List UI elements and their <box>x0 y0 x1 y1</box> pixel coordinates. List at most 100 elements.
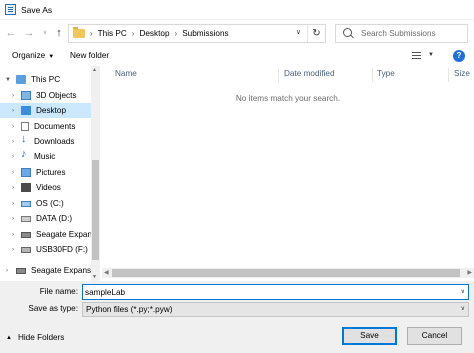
3d-objects-icon <box>21 91 31 100</box>
scroll-right-icon[interactable]: ▶ <box>467 268 472 278</box>
nav-item-videos[interactable]: › Videos <box>0 180 92 195</box>
chevron-right-icon[interactable]: › <box>12 139 14 145</box>
nav-item-label: This PC <box>31 75 61 84</box>
chevron-right-icon[interactable]: › <box>6 268 8 274</box>
file-list[interactable]: ^ Name Date modified Type Size No items … <box>102 66 474 268</box>
column-divider[interactable] <box>448 68 449 82</box>
file-name-field[interactable]: ∨ <box>82 284 469 300</box>
nav-item-this-pc[interactable]: ▼ This PC <box>0 72 92 87</box>
desktop-icon <box>21 106 31 115</box>
documents-icon <box>21 122 29 131</box>
nav-item-label: USB30FD (F:) <box>36 245 88 254</box>
expand-arrow-icon[interactable]: ▼ <box>5 77 11 83</box>
forward-arrow-icon[interactable]: → <box>22 26 36 40</box>
folder-icon <box>73 27 85 38</box>
column-header-type[interactable]: Type <box>377 66 395 82</box>
scrollbar-thumb[interactable] <box>92 160 99 260</box>
view-options-icon[interactable] <box>411 50 423 62</box>
chevron-right-icon[interactable]: › <box>12 247 14 253</box>
chevron-right-icon[interactable]: › <box>12 154 14 160</box>
nav-item-label: Documents <box>34 122 76 131</box>
save-button[interactable]: Save <box>342 327 397 345</box>
nav-item-label: Downloads <box>34 137 75 146</box>
breadcrumb[interactable]: › This PC › Desktop › Submissions ∨ ↻ <box>68 24 326 43</box>
hide-folders-label: Hide Folders <box>17 333 65 342</box>
nav-item-pictures[interactable]: › Pictures <box>0 165 92 180</box>
nav-item-label: Seagate Expansio <box>36 230 92 239</box>
recent-locations-chevron-icon[interactable]: ∨ <box>38 26 52 40</box>
organize-button[interactable]: Organize ▼ <box>12 51 54 60</box>
chevron-right-icon[interactable]: › <box>12 170 14 176</box>
chevron-right-icon[interactable]: › <box>175 29 178 38</box>
help-icon[interactable]: ? <box>453 50 465 62</box>
breadcrumb-submissions[interactable]: Submissions <box>182 29 228 38</box>
column-header-size[interactable]: Size <box>454 66 470 82</box>
file-name-input[interactable] <box>83 285 453 299</box>
cancel-button[interactable]: Cancel <box>407 327 462 345</box>
save-as-type-value: Python files (*.py;*.pyw) <box>86 305 173 314</box>
os-drive-icon <box>21 200 31 207</box>
nav-item-documents[interactable]: › Documents <box>0 119 92 134</box>
chevron-down-icon[interactable]: ∨ <box>461 303 465 316</box>
scroll-down-icon[interactable]: ▼ <box>92 274 97 280</box>
nav-item-usb30fd[interactable]: › USB30FD (F:) <box>0 242 92 257</box>
nav-item-music[interactable]: › Music <box>0 149 92 164</box>
chevron-down-icon[interactable]: ∨ <box>461 288 465 295</box>
pictures-icon <box>21 168 31 177</box>
organize-label: Organize <box>12 51 46 60</box>
view-dropdown-icon[interactable]: ▼ <box>428 52 434 58</box>
refresh-icon[interactable]: ↻ <box>307 25 325 42</box>
column-divider[interactable] <box>372 68 373 82</box>
window-title: Save As <box>21 4 53 15</box>
save-as-type-label: Save as type: <box>28 304 78 313</box>
hide-folders-button[interactable]: ▲ Hide Folders <box>6 333 64 342</box>
chevron-right-icon[interactable]: › <box>12 185 14 191</box>
new-folder-button[interactable]: New folder <box>70 51 109 60</box>
nav-item-data-d[interactable]: › DATA (D:) <box>0 211 92 226</box>
empty-results-message: No items match your search. <box>235 94 341 103</box>
chevron-right-icon[interactable]: › <box>12 93 14 99</box>
downloads-icon <box>21 134 29 146</box>
search-input[interactable] <box>361 29 461 38</box>
up-arrow-icon[interactable]: ↑ <box>52 26 66 40</box>
nav-item-label: 3D Objects <box>36 91 77 100</box>
nav-item-downloads[interactable]: › Downloads <box>0 134 92 149</box>
chevron-right-icon[interactable]: › <box>12 108 14 114</box>
chevron-right-icon[interactable]: › <box>90 29 93 38</box>
chevron-right-icon[interactable]: › <box>132 29 135 38</box>
external-drive-icon <box>21 231 31 238</box>
chevron-right-icon[interactable]: › <box>12 201 14 207</box>
nav-item-seagate-2[interactable]: › Seagate Expansion <box>0 263 92 278</box>
save-as-type-select[interactable]: Python files (*.py;*.pyw) ∨ <box>82 302 469 317</box>
column-header-date-modified[interactable]: Date modified <box>284 66 335 82</box>
external-drive-icon <box>16 267 26 274</box>
pc-icon <box>16 75 26 84</box>
chevron-right-icon[interactable]: › <box>12 216 14 222</box>
nav-item-3d-objects[interactable]: › 3D Objects <box>0 88 92 103</box>
chevron-right-icon[interactable]: › <box>12 232 14 238</box>
breadcrumb-desktop[interactable]: Desktop <box>139 29 169 38</box>
nav-item-os-c[interactable]: › OS (C:) <box>0 196 92 211</box>
nav-item-seagate-1[interactable]: › Seagate Expansio <box>0 227 92 242</box>
nav-item-label: Pictures <box>36 168 66 177</box>
scroll-left-icon[interactable]: ◀ <box>104 268 109 278</box>
scrollbar-thumb[interactable] <box>112 269 460 277</box>
nav-item-desktop[interactable]: › Desktop <box>0 103 92 118</box>
file-list-horizontal-scrollbar[interactable]: ◀ ▶ <box>102 268 474 278</box>
column-divider[interactable] <box>278 68 279 82</box>
breadcrumb-this-pc[interactable]: This PC <box>98 29 127 38</box>
save-dialog-icon <box>5 4 16 15</box>
address-dropdown-icon[interactable]: ∨ <box>296 28 301 36</box>
column-header-name[interactable]: Name <box>115 66 137 82</box>
chevron-right-icon[interactable]: › <box>12 124 14 130</box>
nav-pane-scrollbar[interactable]: ▲ ▼ <box>91 66 100 281</box>
nav-item-label: Videos <box>36 183 61 192</box>
search-box[interactable] <box>335 24 468 43</box>
nav-item-label: DATA (D:) <box>36 214 73 223</box>
nav-item-label: Desktop <box>36 106 67 115</box>
chevron-down-icon: ▼ <box>48 54 55 60</box>
scroll-up-icon[interactable]: ▲ <box>92 67 97 73</box>
back-arrow-icon[interactable]: ← <box>4 26 18 40</box>
drive-icon <box>21 215 31 222</box>
save-options-panel: File name: ∨ Save as type: Python files … <box>0 281 474 353</box>
